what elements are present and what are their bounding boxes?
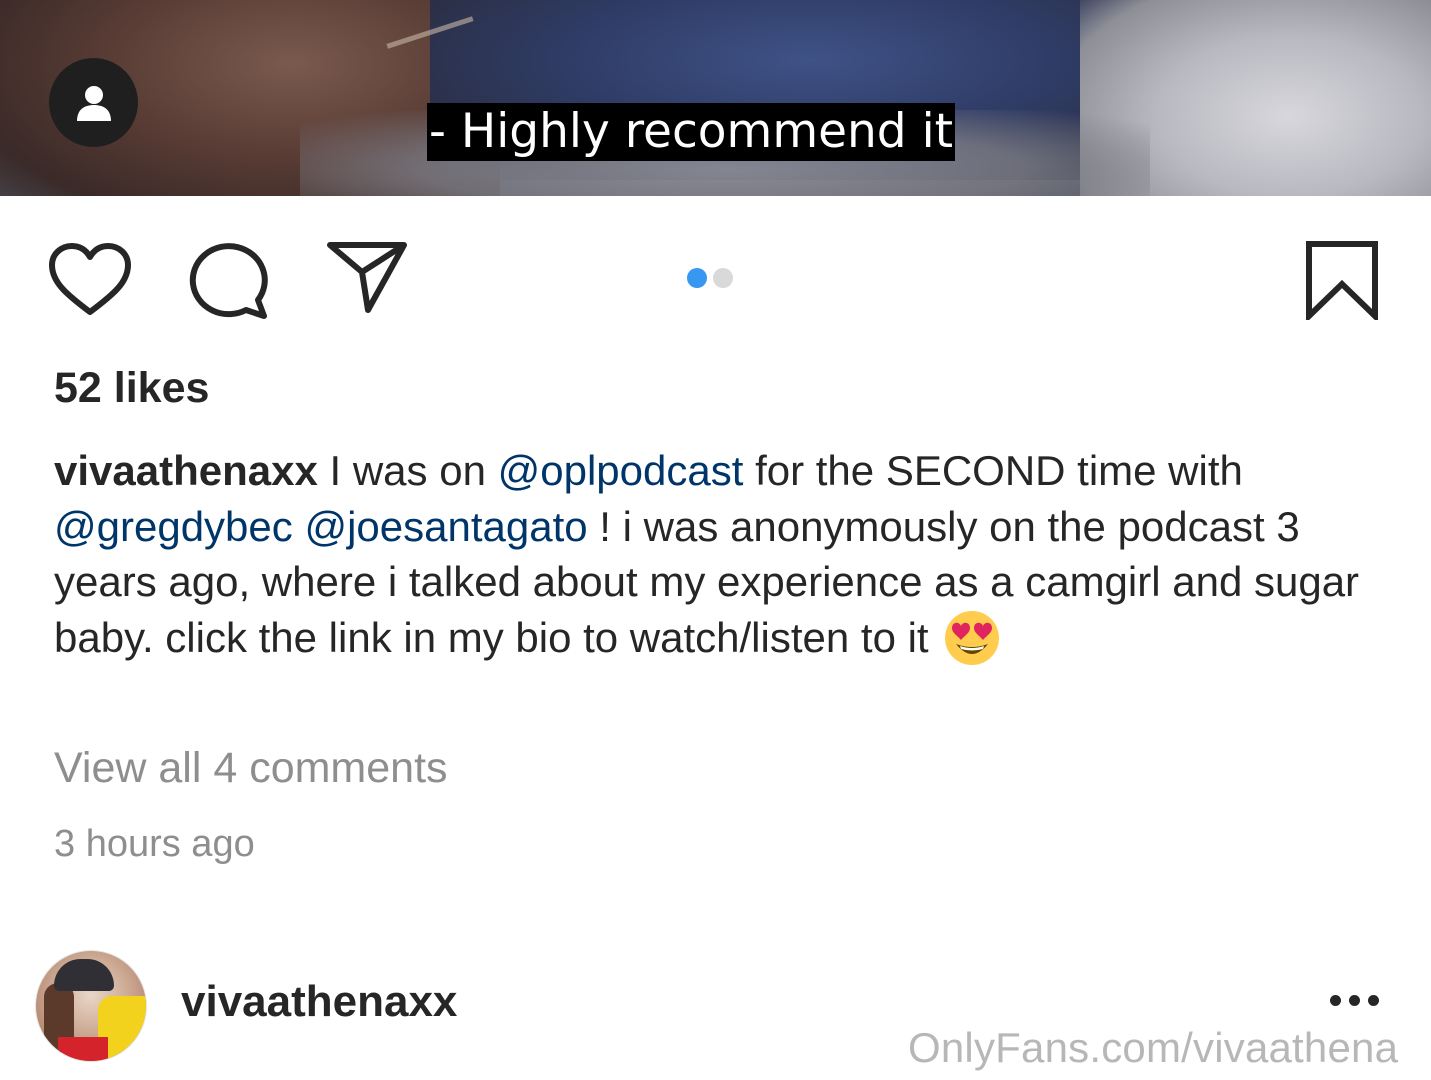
video-subtitle: - Highly recommend it [427,103,956,161]
comment-icon[interactable] [188,240,270,320]
caption-text [293,503,305,550]
send-icon[interactable] [326,240,408,314]
post-media[interactable]: - Highly recommend it [0,0,1431,196]
heart-eyes-emoji [945,610,1000,665]
heart-icon[interactable] [48,242,132,316]
carousel-indicator [687,268,733,288]
caption-username[interactable]: vivaathenaxx [54,447,318,494]
mention-link[interactable]: @gregdybec [54,503,293,550]
user-tag-button[interactable] [49,58,138,147]
user-icon [76,85,111,121]
caption-text: I was on [317,447,498,494]
more-options-icon[interactable] [1330,995,1379,1006]
poster-username[interactable]: vivaathenaxx [181,977,457,1027]
avatar[interactable] [35,950,147,1062]
view-all-comments-link[interactable]: View all 4 comments [54,744,448,793]
bookmark-icon[interactable] [1305,240,1379,320]
avatar-detail [54,959,114,991]
avatar-detail [58,1037,108,1061]
more-dot [1349,995,1360,1006]
carousel-dot-active [687,268,707,288]
more-dot [1330,995,1341,1006]
more-dot [1368,995,1379,1006]
caption-text: for the SECOND time with [743,447,1243,494]
likes-count[interactable]: 52 likes [54,364,209,413]
carousel-dot [713,268,733,288]
post-timestamp: 3 hours ago [54,823,255,865]
mention-link[interactable]: @oplpodcast [498,447,744,494]
watermark-text: OnlyFans.com/vivaathena [908,1024,1399,1071]
post-caption: vivaathenaxx I was on @oplpodcast for th… [54,443,1384,666]
mention-link[interactable]: @joesantagato [304,503,587,550]
